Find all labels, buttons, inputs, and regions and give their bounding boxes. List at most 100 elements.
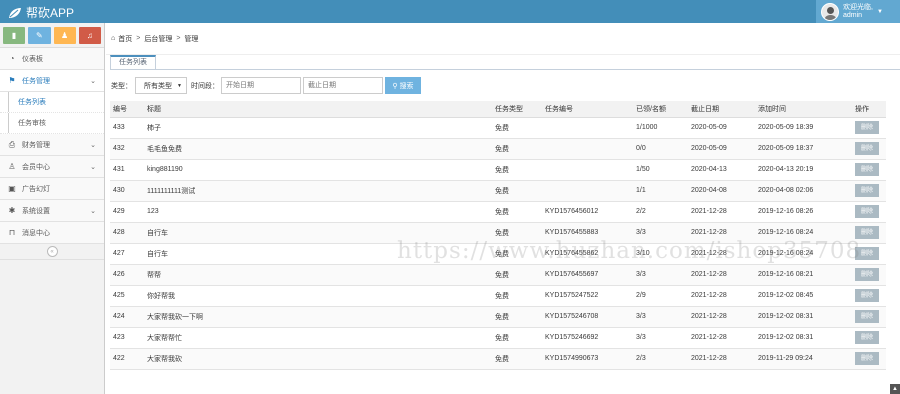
cell-type: 免费 [492, 117, 542, 139]
sidebar-subitem-task-review[interactable]: 任务审核 [0, 113, 104, 134]
chart-icon: ▮ [11, 31, 17, 40]
user-menu[interactable]: 欢迎光临, admin ▼ [816, 0, 900, 23]
delete-button[interactable]: 删除 [855, 310, 879, 323]
cell-deadline: 2021-12-28 [688, 201, 755, 223]
app-brand[interactable]: 帮砍APP [8, 4, 74, 21]
cell-added: 2019-12-16 08:24 [755, 243, 852, 265]
sidebar-item-messages[interactable]: ⊓ 消息中心 [0, 222, 104, 244]
cell-task-no: KYD1576455862 [542, 243, 633, 265]
sidebar-collapse-bar: « [0, 244, 104, 260]
cell-deadline: 2021-12-28 [688, 285, 755, 307]
delete-button[interactable]: 删除 [855, 289, 879, 302]
column-header: 已领/名额 [633, 101, 688, 118]
cell-type: 免费 [492, 201, 542, 223]
delete-button[interactable]: 删除 [855, 331, 879, 344]
cell-quota: 1/1 [633, 180, 688, 202]
cell-quota: 1/1000 [633, 117, 688, 139]
table-row: 422 大家帮我砍 免费 KYD1574990673 2/3 2021-12-28 2019… [110, 348, 886, 370]
cell-task-no [542, 159, 633, 181]
cell-quota: 0/0 [633, 138, 688, 160]
search-icon: ⚲ [392, 82, 398, 90]
type-label: 类型： [111, 82, 132, 90]
sidebar: ▮ ✎ ♟ ♫ ◔ 仪表板 ⚑ 任务管理 ⌄ 任务列表 任务审核 ⎙ 财务管理 … [0, 23, 105, 394]
cell-deadline: 2020-05-09 [688, 117, 755, 139]
sidebar-item-label: 仪表板 [22, 55, 43, 63]
cell-added: 2020-05-09 18:39 [755, 117, 852, 139]
avatar [821, 2, 839, 21]
sidebar-item-ads[interactable]: ▣ 广告幻灯 [0, 178, 104, 200]
cell-id: 429 [110, 201, 144, 223]
cell-deadline: 2021-12-28 [688, 306, 755, 328]
sidebar-item-label: 任务管理 [22, 77, 50, 85]
cell-id: 430 [110, 180, 144, 202]
breadcrumb-home[interactable]: 首页 [118, 34, 132, 44]
breadcrumb-level2[interactable]: 后台管理 [144, 34, 172, 44]
cell-task-no [542, 138, 633, 160]
breadcrumb-separator: > [176, 35, 181, 42]
pencil-icon: ✎ [36, 31, 43, 40]
cell-title: 自行车 [144, 243, 492, 265]
double-chevron-left-icon[interactable]: « [46, 246, 58, 257]
end-date-input[interactable] [303, 77, 383, 94]
cell-task-no: KYD1575246708 [542, 306, 633, 328]
cell-deadline: 2020-04-13 [688, 159, 755, 181]
cell-added: 2020-04-08 02:06 [755, 180, 852, 202]
type-select-value: 所有类型 [144, 82, 172, 90]
cell-quota: 1/50 [633, 159, 688, 181]
main-content: ⌂ 首页 > 后台管理 > 管理 任务列表 类型： 所有类型 ▼ 时间段： ⚲ … [106, 23, 900, 394]
sidebar-item-members[interactable]: ♙ 会员中心 ⌄ [0, 156, 104, 178]
delete-button[interactable]: 删除 [855, 121, 879, 134]
shortcut-alert-button[interactable]: ♫ [78, 27, 101, 44]
cell-id: 427 [110, 243, 144, 265]
task-table: 编号 标题 任务类型 任务编号 已领/名额 截止日期 添加时间 操作 433 柿子… [110, 101, 886, 370]
delete-button[interactable]: 删除 [855, 352, 879, 365]
cell-title: 你好帮我 [144, 285, 492, 307]
sidebar-item-tasks[interactable]: ⚑ 任务管理 ⌄ [0, 70, 104, 92]
cell-title: 大家帮我砍 [144, 348, 492, 370]
delete-button[interactable]: 删除 [855, 142, 879, 155]
search-button[interactable]: ⚲ 搜索 [385, 77, 421, 94]
cell-added: 2019-12-16 08:24 [755, 222, 852, 244]
cell-type: 免费 [492, 285, 542, 307]
shortcut-edit-button[interactable]: ✎ [28, 27, 51, 44]
sidebar-item-settings[interactable]: ✱ 系统设置 ⌄ [0, 200, 104, 222]
table-row: 432 毛毛鱼免费 免费 0/0 2020-05-09 2020-05-09 18:37 删… [110, 138, 886, 160]
search-button-label: 搜索 [399, 82, 414, 90]
breadcrumb: ⌂ 首页 > 后台管理 > 管理 [106, 23, 900, 55]
sidebar-item-finance[interactable]: ⎙ 财务管理 ⌄ [0, 134, 104, 156]
filter-bar: 类型： 所有类型 ▼ 时间段： ⚲ 搜索 [111, 77, 421, 94]
delete-button[interactable]: 删除 [855, 163, 879, 176]
delete-button[interactable]: 删除 [855, 226, 879, 239]
type-select[interactable]: 所有类型 ▼ [135, 77, 187, 94]
cell-type: 免费 [492, 306, 542, 328]
table-row: 426 帮帮 免费 KYD1576455697 3/3 2021-12-28 2019-12… [110, 264, 886, 286]
bell-icon: ♫ [86, 31, 93, 40]
delete-button[interactable]: 删除 [855, 205, 879, 218]
cell-type: 免费 [492, 180, 542, 202]
cell-id: 425 [110, 285, 144, 307]
tab-task-list[interactable]: 任务列表 [110, 55, 156, 70]
shortcut-users-button[interactable]: ♟ [53, 27, 76, 44]
cell-id: 422 [110, 348, 144, 370]
sidebar-subitem-label: 任务列表 [18, 99, 46, 106]
delete-button[interactable]: 删除 [855, 268, 879, 281]
delete-button[interactable]: 删除 [855, 184, 879, 197]
chevron-down-icon: ⌄ [90, 141, 96, 149]
caret-down-icon: ▼ [876, 8, 883, 15]
cell-title: 毛毛鱼免费 [144, 138, 492, 160]
cell-added: 2019-12-16 08:21 [755, 264, 852, 286]
delete-button[interactable]: 删除 [855, 247, 879, 260]
column-header: 编号 [110, 101, 144, 118]
cell-type: 免费 [492, 243, 542, 265]
scroll-top-icon[interactable]: ▲ [890, 384, 900, 394]
table-row: 425 你好帮我 免费 KYD1575247522 2/9 2021-12-28 2019-… [110, 285, 886, 307]
cell-quota: 3/3 [633, 306, 688, 328]
start-date-input[interactable] [221, 77, 301, 94]
cell-type: 免费 [492, 264, 542, 286]
time-range-label: 时间段： [191, 82, 219, 90]
cell-deadline: 2021-12-28 [688, 327, 755, 349]
sidebar-subitem-task-list[interactable]: 任务列表 [0, 92, 104, 113]
cell-task-no: KYD1575246692 [542, 327, 633, 349]
shortcut-chart-button[interactable]: ▮ [3, 27, 26, 44]
sidebar-item-dashboard[interactable]: ◔ 仪表板 [0, 48, 104, 70]
